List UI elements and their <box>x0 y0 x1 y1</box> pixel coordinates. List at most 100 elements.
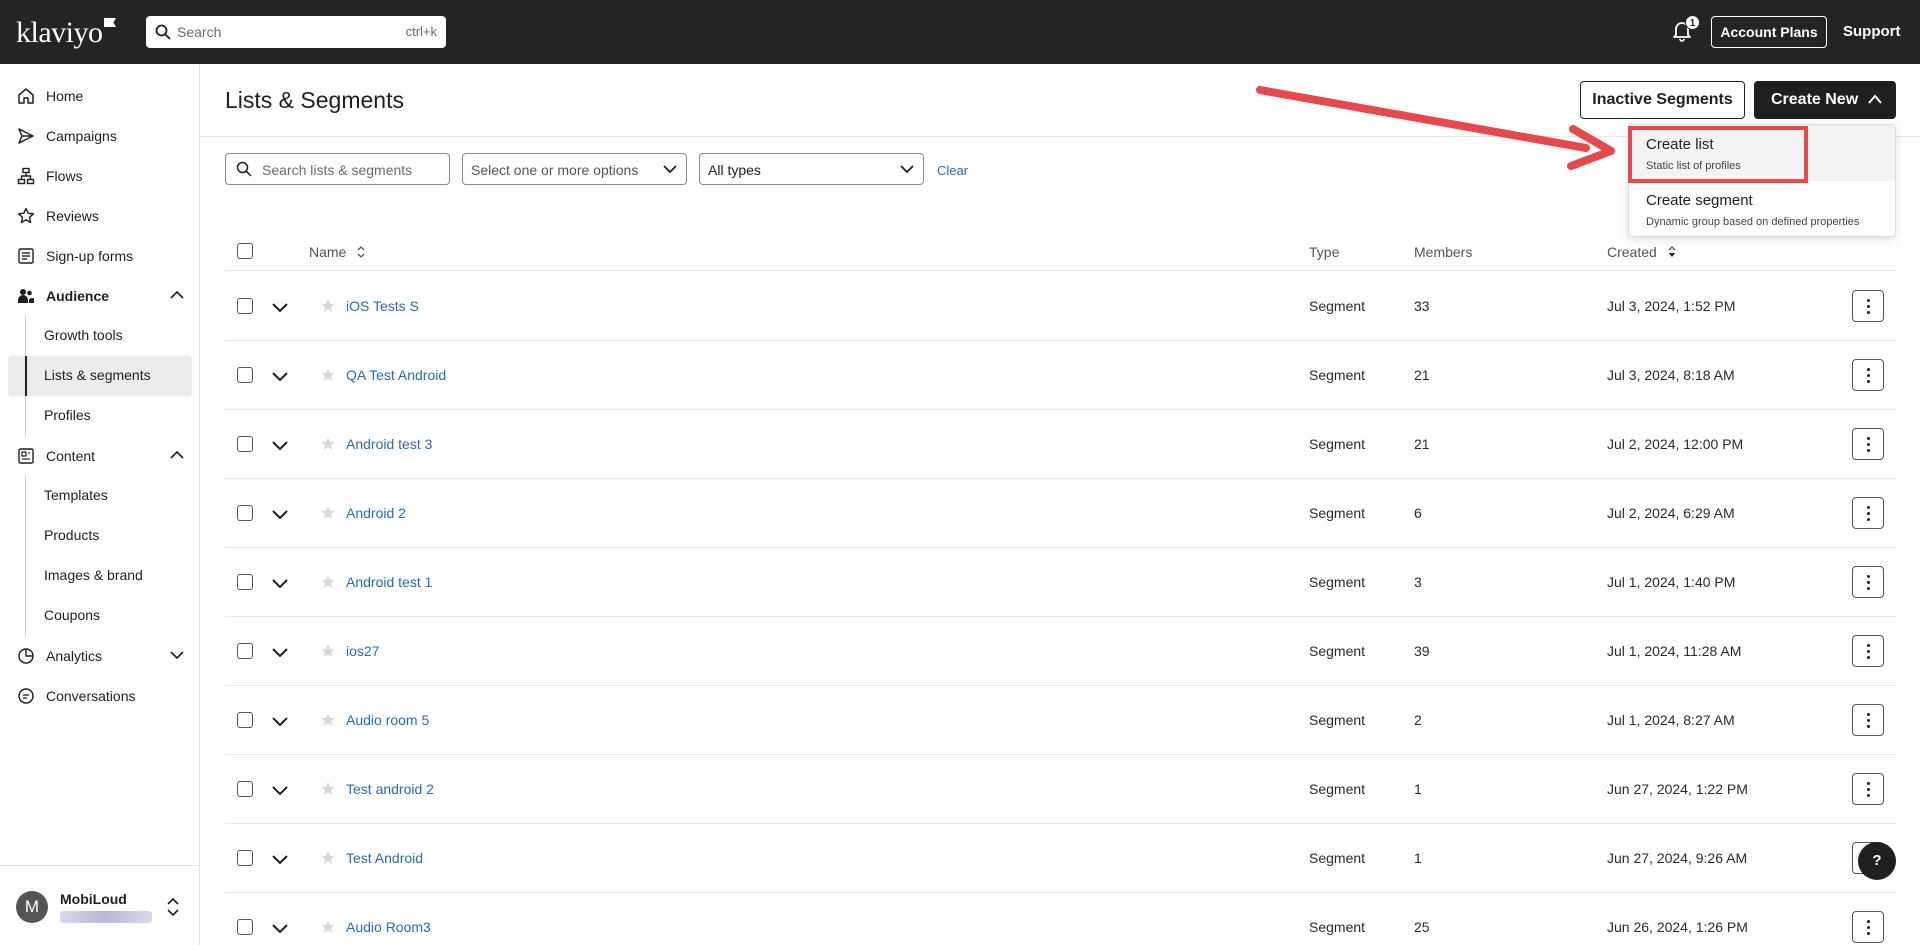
row-type: Segment <box>1309 504 1366 521</box>
send-icon <box>16 126 36 146</box>
sort-icon[interactable] <box>356 245 366 259</box>
inactive-segments-button[interactable]: Inactive Segments <box>1580 81 1745 119</box>
account-switch-chevron-icon[interactable] <box>166 896 180 918</box>
row-name-link[interactable]: ios27 <box>346 643 379 659</box>
sidebar-item-signup-forms[interactable]: Sign-up forms <box>16 244 192 268</box>
favorite-star-icon[interactable] <box>320 643 336 662</box>
global-search-input[interactable]: Search ctrl+k <box>146 16 446 48</box>
lists-search-input[interactable]: Search lists & segments <box>225 153 450 185</box>
chevron-up-icon[interactable] <box>170 290 184 300</box>
klaviyo-logo[interactable]: klaviyo <box>16 16 103 50</box>
favorite-star-icon[interactable] <box>320 850 336 869</box>
row-checkbox[interactable] <box>237 366 253 383</box>
expand-row-chevron-icon[interactable] <box>271 576 289 592</box>
favorite-star-icon[interactable] <box>320 712 336 731</box>
row-checkbox[interactable] <box>237 297 253 314</box>
sidebar-item-analytics[interactable]: Analytics <box>16 644 192 668</box>
support-link[interactable]: Support <box>1843 23 1901 40</box>
type-select-value: All types <box>708 162 761 178</box>
column-header-name[interactable]: Name <box>309 244 366 260</box>
row-members: 3 <box>1414 573 1422 590</box>
chevron-down-icon[interactable] <box>170 650 184 660</box>
row-divider <box>225 754 1896 755</box>
sidebar-item-home[interactable]: Home <box>16 84 192 108</box>
column-header-created[interactable]: Created <box>1607 244 1677 260</box>
avatar[interactable]: M <box>16 891 48 923</box>
expand-row-chevron-icon[interactable] <box>271 783 289 799</box>
row-name-link[interactable]: iOS Tests S <box>346 298 419 314</box>
favorite-star-icon[interactable] <box>320 574 336 593</box>
row-type: Segment <box>1309 573 1366 590</box>
expand-row-chevron-icon[interactable] <box>271 714 289 730</box>
type-select[interactable]: All types <box>699 153 924 185</box>
row-name-link[interactable]: Audio Room3 <box>346 919 431 935</box>
favorite-star-icon[interactable] <box>320 436 336 455</box>
create-segment-title[interactable]: Create segment <box>1646 192 1753 209</box>
row-checkbox[interactable] <box>237 642 253 659</box>
sidebar-subitem-lists-segments[interactable]: Lists & segments <box>44 367 151 387</box>
row-checkbox[interactable] <box>237 504 253 521</box>
sort-descending-icon[interactable] <box>1667 245 1677 259</box>
sidebar-subitem-coupons[interactable]: Coupons <box>44 607 100 627</box>
favorite-star-icon[interactable] <box>320 505 336 524</box>
expand-row-chevron-icon[interactable] <box>271 369 289 385</box>
account-plans-button[interactable]: Account Plans <box>1711 16 1827 48</box>
favorite-star-icon[interactable] <box>320 919 336 938</box>
expand-row-chevron-icon[interactable] <box>271 645 289 661</box>
row-name-link[interactable]: Android test 1 <box>346 574 432 590</box>
row-name-link[interactable]: Android 2 <box>346 505 406 521</box>
sidebar-item-label: Sign-up forms <box>46 248 134 264</box>
sidebar-subitem-images-brand[interactable]: Images & brand <box>44 567 143 587</box>
row-name-link[interactable]: Test android 2 <box>346 781 434 797</box>
favorite-star-icon[interactable] <box>320 367 336 386</box>
row-checkbox[interactable] <box>237 918 253 935</box>
row-actions-button[interactable] <box>1852 565 1884 598</box>
row-checkbox[interactable] <box>237 711 253 728</box>
sidebar-subitem-templates[interactable]: Templates <box>44 487 108 507</box>
select-all-checkbox[interactable] <box>237 243 253 259</box>
sidebar-subitem-growth-tools[interactable]: Growth tools <box>44 327 123 347</box>
top-bar: klaviyo Search ctrl+k 1 Account Plans Su… <box>0 0 1920 64</box>
sidebar-subitem-profiles[interactable]: Profiles <box>44 407 91 427</box>
row-name-link[interactable]: Android test 3 <box>346 436 432 452</box>
row-name-link[interactable]: Test Android <box>346 850 423 866</box>
row-actions-button[interactable] <box>1852 496 1884 529</box>
row-name-link[interactable]: Audio room 5 <box>346 712 429 728</box>
sidebar-item-reviews[interactable]: Reviews <box>16 204 192 228</box>
row-checkbox[interactable] <box>237 435 253 452</box>
row-members: 39 <box>1414 642 1430 659</box>
favorite-star-icon[interactable] <box>320 298 336 317</box>
row-actions-button[interactable] <box>1852 634 1884 667</box>
table-header-divider <box>225 270 1896 271</box>
favorite-star-icon[interactable] <box>320 781 336 800</box>
expand-row-chevron-icon[interactable] <box>271 921 289 937</box>
sidebar-item-content[interactable]: Content <box>16 444 192 468</box>
expand-row-chevron-icon[interactable] <box>271 438 289 454</box>
row-checkbox[interactable] <box>237 849 253 866</box>
chevron-up-icon[interactable] <box>170 450 184 460</box>
row-actions-button[interactable] <box>1852 289 1884 322</box>
sidebar-subitem-products[interactable]: Products <box>44 527 99 547</box>
expand-row-chevron-icon[interactable] <box>271 852 289 868</box>
sidebar-item-conversations[interactable]: Conversations <box>16 684 192 708</box>
row-actions-button[interactable] <box>1852 427 1884 460</box>
create-new-button[interactable]: Create New <box>1754 81 1896 119</box>
expand-row-chevron-icon[interactable] <box>271 507 289 523</box>
row-actions-button[interactable] <box>1852 910 1884 943</box>
row-actions-button[interactable] <box>1852 772 1884 805</box>
row-actions-button[interactable] <box>1852 703 1884 736</box>
expand-row-chevron-icon[interactable] <box>271 300 289 316</box>
sidebar-item-campaigns[interactable]: Campaigns <box>16 124 192 148</box>
sidebar-item-audience[interactable]: Audience <box>16 284 192 308</box>
sidebar-item-flows[interactable]: Flows <box>16 164 192 188</box>
clear-filters-link[interactable]: Clear <box>937 163 968 178</box>
tags-select[interactable]: Select one or more options <box>462 153 687 185</box>
row-divider <box>225 892 1896 893</box>
row-checkbox[interactable] <box>237 780 253 797</box>
row-actions-button[interactable] <box>1852 358 1884 391</box>
row-name-link[interactable]: QA Test Android <box>346 367 446 383</box>
logo-flag-icon <box>104 18 116 27</box>
row-checkbox[interactable] <box>237 573 253 590</box>
help-button[interactable]: ? <box>1858 842 1896 880</box>
account-email-redacted <box>60 911 152 923</box>
